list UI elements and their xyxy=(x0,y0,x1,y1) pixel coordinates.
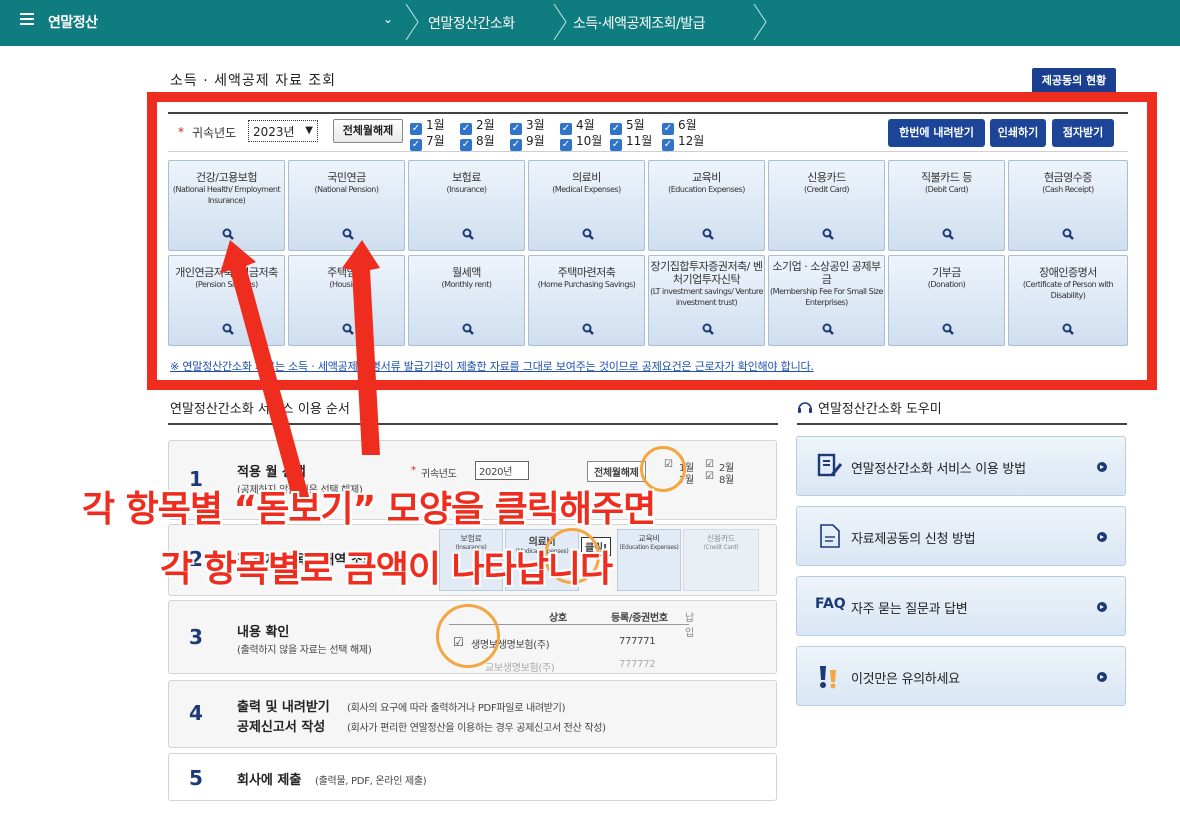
overlay-caption-2: 각 항목별로 금액이 나타납니다 xyxy=(160,549,613,590)
help-label: 자주 묻는 질문과 답변 xyxy=(851,602,968,617)
help-consent-guide[interactable]: 자료제공동의 신청 방법 xyxy=(796,506,1126,566)
highlight-frame xyxy=(147,92,1157,390)
step-title: 회사에 제출 xyxy=(237,773,302,788)
headset-icon xyxy=(798,402,812,413)
mini-tile-label: 교육비 xyxy=(638,534,660,543)
step-number: 5 xyxy=(189,766,203,790)
divider xyxy=(168,423,778,425)
step-subtitle: (출력물, PDF, 온라인 제출) xyxy=(315,776,427,787)
mini-col-header: 상호 xyxy=(549,613,567,624)
step-subtitle: (회사가 편리한 연말정산을 이용하는 경우 공제신고서 전산 작성) xyxy=(347,723,606,734)
mini-deselect-button: 전체월해제 xyxy=(587,461,646,482)
step-title: 출력 및 내려받기 xyxy=(237,700,330,715)
document-icon xyxy=(820,524,840,548)
help-caution[interactable]: 이것만은 유의하세요 xyxy=(796,646,1126,706)
mini-row-number: 777772 xyxy=(619,659,656,670)
step-title: 적용 월 선택 xyxy=(237,465,306,480)
mini-tile-label-en: (Education Expenses) xyxy=(619,544,679,551)
arrow-right-icon xyxy=(1097,462,1107,472)
faq-icon: FAQ xyxy=(815,596,846,612)
checkbox-checked-icon: ☑ xyxy=(705,471,714,482)
document-pen-icon xyxy=(817,453,843,477)
hamburger-menu-icon[interactable] xyxy=(20,13,34,25)
step-title: 공제신고서 작성 xyxy=(237,720,326,735)
step-subtitle: (회사의 요구에 따라 출력하거나 PDF파일로 내려받기) xyxy=(347,703,566,714)
mini-month: 8월 xyxy=(719,475,734,486)
step-4: 4 출력 및 내려받기 (회사의 요구에 따라 출력하거나 PDF파일로 내려받… xyxy=(168,680,777,748)
helper-title: 연말정산간소화 도우미 xyxy=(818,402,942,417)
help-faq[interactable]: FAQ 자주 묻는 질문과 답변 xyxy=(796,576,1126,636)
checkbox-checked-icon: ☑ xyxy=(705,459,714,470)
breadcrumb-item-deduction-lookup[interactable]: 소득·세액공제조회/발급 xyxy=(573,13,705,33)
breadcrumb-separator-icon xyxy=(753,4,767,40)
breadcrumb-separator-icon xyxy=(405,4,419,40)
mini-tile-label: 신용카드 xyxy=(706,534,736,543)
help-label: 연말정산간소화 서비스 이용 방법 xyxy=(851,462,1026,477)
mini-row-name: 교보생명보험(주) xyxy=(485,663,555,674)
consent-status-button[interactable]: 제공동의 현황 xyxy=(1032,68,1116,94)
help-label: 이것만은 유의하세요 xyxy=(851,672,960,687)
mini-tile-label-en: (Credit Card) xyxy=(703,544,739,551)
mini-tile: 신용카드 (Credit Card) xyxy=(683,529,759,591)
app-title[interactable]: 연말정산 xyxy=(48,12,98,32)
mini-col-header: 납입 xyxy=(685,613,694,639)
help-label: 자료제공동의 신청 방법 xyxy=(851,532,976,547)
step-title: 내용 확인 xyxy=(237,625,290,640)
top-nav: 연말정산 ⌄ 연말정산간소화 소득·세액공제조회/발급 xyxy=(0,0,1180,46)
arrow-right-icon xyxy=(1097,532,1107,542)
step-number: 4 xyxy=(189,701,203,725)
divider xyxy=(797,423,1127,425)
step-number: 3 xyxy=(189,625,203,649)
arrow-right-icon xyxy=(1097,672,1107,682)
arrow-right-icon xyxy=(1097,602,1107,612)
step-subtitle: (출력하지 않을 자료는 선택 해제) xyxy=(237,645,372,656)
mini-row-number: 777771 xyxy=(619,636,656,647)
help-usage-guide[interactable]: 연말정산간소화 서비스 이용 방법 xyxy=(796,436,1126,496)
overlay-caption-1: 각 항목별 “돋보기” 모양을 클릭해주면 xyxy=(82,489,656,530)
mini-col-header: 등록/증권번호 xyxy=(611,613,668,624)
steps-title: 연말정산간소화 서비스 이용 순서 xyxy=(170,402,350,417)
mini-tile: 교육비 (Education Expenses) xyxy=(617,529,681,591)
breadcrumb-item-simplified[interactable]: 연말정산간소화 xyxy=(428,13,515,33)
step-5: 5 회사에 제출 (출력물, PDF, 온라인 제출) xyxy=(168,753,777,801)
exclamation-icon xyxy=(820,666,836,689)
mini-year-label: 귀속년도 xyxy=(421,469,457,480)
mini-year-select: 2020년 xyxy=(475,461,530,480)
highlight-ring xyxy=(436,604,500,668)
breadcrumb-separator-icon xyxy=(553,4,567,40)
required-star-icon: * xyxy=(411,465,416,476)
page-title: 소득 · 세액공제 자료 조회 xyxy=(170,73,337,89)
chevron-down-icon[interactable]: ⌄ xyxy=(383,12,393,26)
